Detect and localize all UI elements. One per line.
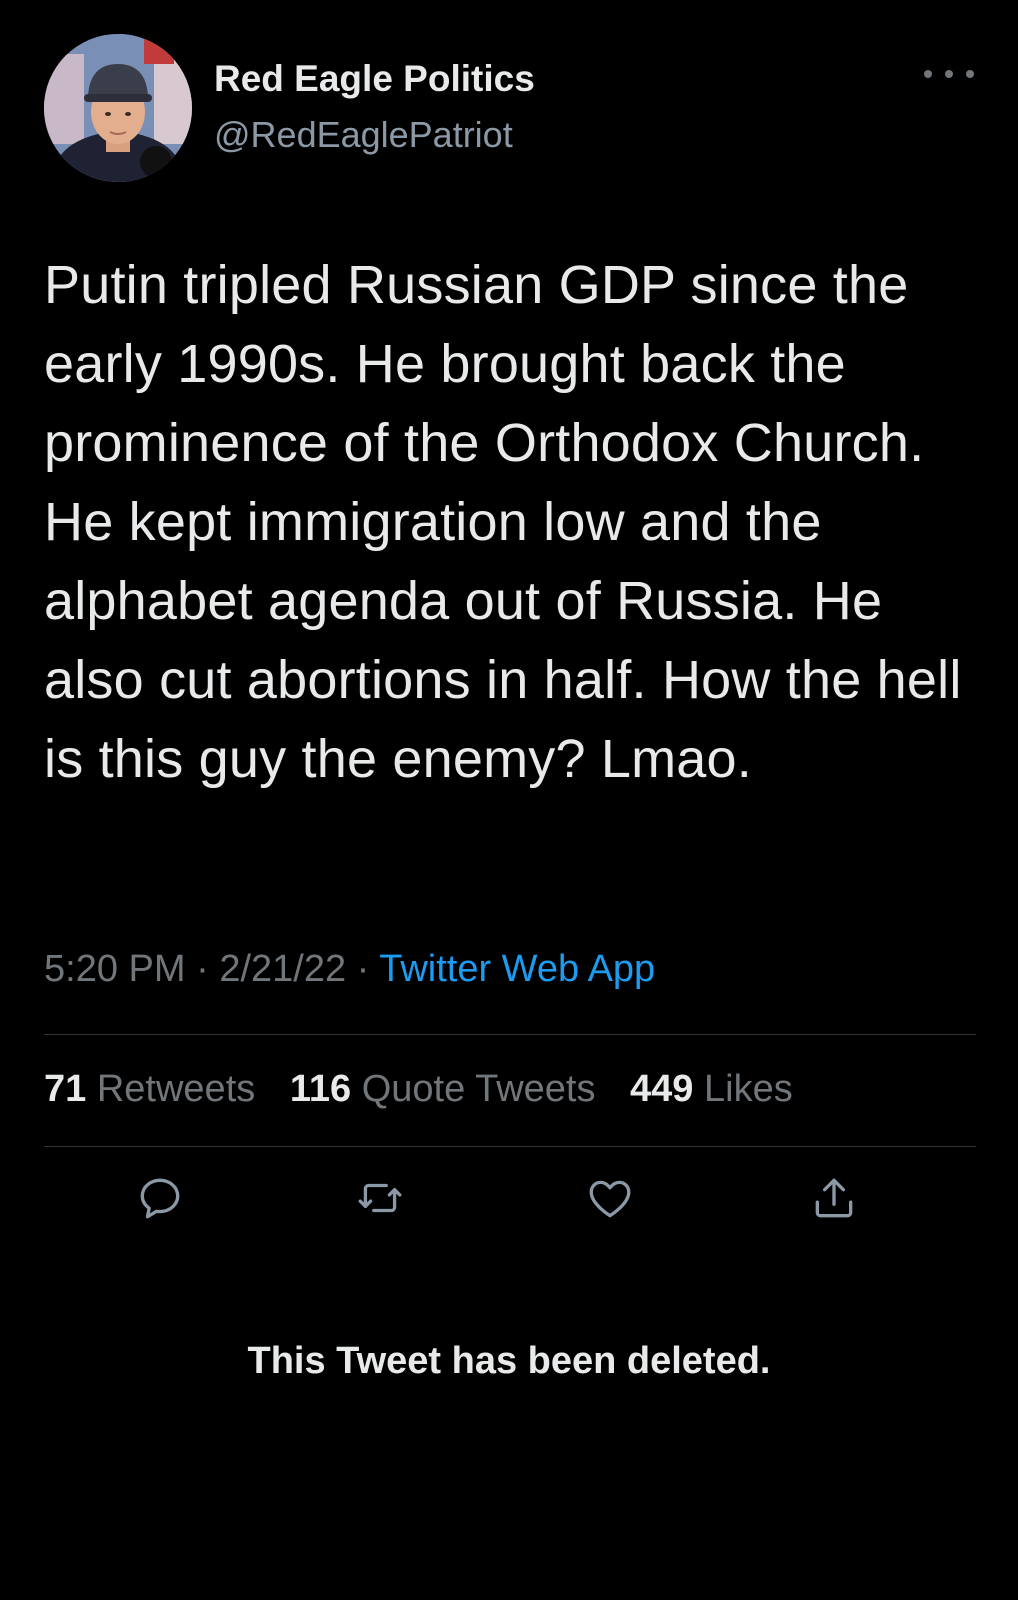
retweet-button[interactable]: [350, 1168, 410, 1228]
author-name[interactable]: Red Eagle Politics: [214, 58, 535, 100]
avatar[interactable]: [44, 34, 192, 182]
more-options-icon[interactable]: [924, 64, 974, 84]
share-button[interactable]: [804, 1168, 864, 1228]
retweets-label: Retweets: [96, 1068, 256, 1110]
quote-tweets-stat[interactable]: 116 Quote Tweets: [290, 1068, 596, 1110]
deleted-notice: This Tweet has been deleted.: [247, 1340, 771, 1382]
tweet-stats: 71 Retweets 116 Quote Tweets 449 Likes: [44, 1068, 817, 1111]
tweet-header: Red Eagle Politics @RedEaglePatriot: [44, 34, 974, 184]
action-bar: [44, 1168, 976, 1238]
tweet-date[interactable]: 2/21/22: [219, 948, 346, 990]
quotes-count: 116: [289, 1068, 352, 1110]
reply-icon: [140, 1178, 180, 1219]
more-dot: [966, 70, 974, 78]
reply-button[interactable]: [130, 1168, 190, 1228]
retweet-icon: [358, 1183, 402, 1213]
tweet-text: Putin tripled Russian GDP since the earl…: [44, 255, 962, 789]
like-button[interactable]: [580, 1168, 640, 1228]
meta-separator: ·: [356, 948, 370, 990]
likes-stat[interactable]: 449 Likes: [630, 1068, 793, 1110]
share-icon: [815, 1178, 853, 1218]
like-icon: [589, 1180, 631, 1218]
retweets-count: 71: [44, 1068, 87, 1110]
divider: [44, 1146, 976, 1147]
author-handle[interactable]: @RedEaglePatriot: [214, 114, 513, 156]
tweet-time[interactable]: 5:20 PM: [44, 948, 186, 990]
divider: [44, 1034, 976, 1035]
avatar-photo-icon: [44, 34, 192, 182]
more-dot: [924, 70, 932, 78]
meta-separator: ·: [196, 948, 209, 990]
likes-count: 449: [630, 1068, 694, 1110]
retweets-stat[interactable]: 71 Retweets: [44, 1068, 255, 1110]
likes-label: Likes: [704, 1068, 793, 1110]
more-dot: [945, 70, 953, 78]
tweet-source-link[interactable]: Twitter Web App: [379, 948, 655, 990]
tweet-meta: 5:20 PM · 2/21/22 · Twitter Web App: [44, 948, 655, 991]
quotes-label: Quote Tweets: [361, 1068, 596, 1110]
